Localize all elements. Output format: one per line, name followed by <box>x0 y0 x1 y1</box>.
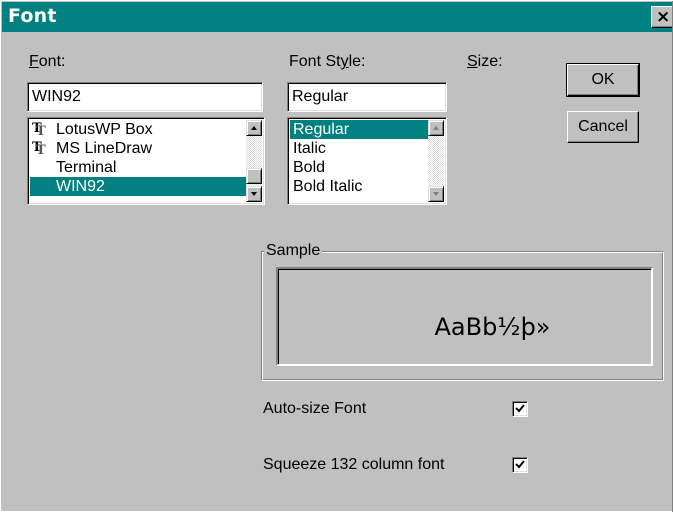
sample-legend: Sample <box>264 242 323 260</box>
font-style-label: Font Style: <box>289 53 365 71</box>
font-name-value: WIN92 <box>32 88 81 105</box>
size-label-mnemonic: S <box>467 53 478 70</box>
check-icon <box>515 404 525 413</box>
scroll-thumb[interactable] <box>246 168 262 184</box>
autosize-font-label: Auto-size Font <box>263 400 367 417</box>
scroll-up-button[interactable] <box>428 120 444 136</box>
font-name-input[interactable]: WIN92 <box>27 82 263 112</box>
cancel-button-label: Cancel <box>578 118 628 135</box>
font-style-item-label: Bold <box>293 159 326 176</box>
arrow-down-icon <box>433 192 439 196</box>
size-label-rest: ize: <box>477 53 503 70</box>
font-list-item-label: LotusWP Box <box>56 121 153 138</box>
scroll-down-button[interactable] <box>246 186 262 202</box>
font-style-value: Regular <box>292 88 349 105</box>
truetype-icon: TT <box>32 140 46 158</box>
title-bar[interactable]: Font × <box>2 2 673 32</box>
font-dialog: Font × Font: WIN92 TT LotusWP Box TT MS … <box>0 0 673 512</box>
font-style-item-italic[interactable]: Italic <box>290 139 428 158</box>
truetype-icon: TT <box>32 121 46 139</box>
scroll-down-button[interactable] <box>428 186 444 202</box>
font-style-item-label: Bold Italic <box>293 178 363 195</box>
font-style-label-post: le: <box>348 53 366 70</box>
arrow-up-icon <box>251 126 257 130</box>
font-style-list[interactable]: Regular Italic Bold Bold Italic <box>287 117 447 205</box>
font-style-item-regular[interactable]: Regular <box>290 120 428 139</box>
squeeze-font-checkbox[interactable] <box>512 457 528 473</box>
font-label: Font: <box>29 53 65 71</box>
font-style-item-label: Italic <box>293 140 326 157</box>
squeeze-font-label: Squeeze 132 column font <box>263 456 445 473</box>
font-list-item-ms-linedraw[interactable]: TT MS LineDraw <box>30 139 246 158</box>
font-label-rest: ont: <box>38 53 66 70</box>
font-label-mnemonic: F <box>29 53 39 70</box>
font-style-item-bold[interactable]: Bold <box>290 158 428 177</box>
size-label: Size: <box>467 53 503 71</box>
arrow-up-icon <box>433 126 439 130</box>
arrow-down-icon <box>251 192 257 196</box>
cancel-button[interactable]: Cancel <box>567 111 639 143</box>
font-style-scrollbar[interactable] <box>428 120 444 202</box>
sample-preview: AaBb½þ» <box>276 267 653 366</box>
font-style-label-pre: Font St <box>289 53 341 70</box>
sample-text: AaBb½þ» <box>434 313 551 341</box>
ok-button[interactable]: OK <box>566 63 640 97</box>
font-list-item-label: MS LineDraw <box>56 140 153 157</box>
font-list[interactable]: TT LotusWP Box TT MS LineDraw Terminal W… <box>27 117 265 205</box>
dialog-title: Font <box>8 5 57 27</box>
font-style-item-label: Regular <box>293 121 350 138</box>
ok-button-label: OK <box>591 71 615 88</box>
font-list-item-win92[interactable]: WIN92 <box>30 177 246 196</box>
autosize-font-checkbox[interactable] <box>512 401 528 417</box>
scroll-up-button[interactable] <box>246 120 262 136</box>
font-style-input[interactable]: Regular <box>287 82 447 112</box>
close-button[interactable]: × <box>651 6 673 28</box>
font-list-item-terminal[interactable]: Terminal <box>30 158 246 177</box>
font-list-scrollbar[interactable] <box>246 120 262 202</box>
check-icon <box>515 460 525 469</box>
font-list-item-lotuswp-box[interactable]: TT LotusWP Box <box>30 120 246 139</box>
close-icon: × <box>656 7 671 27</box>
font-list-item-label: WIN92 <box>56 178 105 195</box>
font-style-item-bold-italic[interactable]: Bold Italic <box>290 177 428 196</box>
font-style-label-mnemonic: y <box>340 53 349 70</box>
font-list-item-label: Terminal <box>56 159 117 176</box>
